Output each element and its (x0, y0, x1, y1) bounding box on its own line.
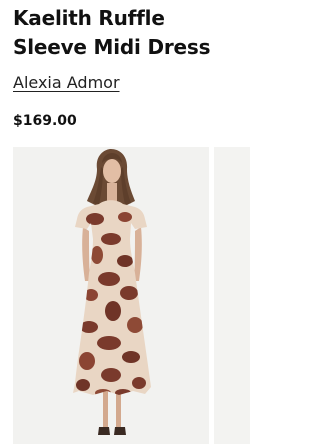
product-image-main[interactable] (13, 147, 209, 444)
dress-photo-icon (13, 147, 209, 444)
brand-link[interactable]: Alexia Admor (13, 72, 120, 94)
product-price: $169.00 (13, 113, 77, 129)
product-page: Kaelith Ruffle Sleeve Midi Dress Alexia … (0, 0, 250, 444)
product-title: Kaelith Ruffle Sleeve Midi Dress (13, 6, 211, 59)
product-image-next[interactable] (214, 147, 250, 444)
image-gallery[interactable] (13, 147, 250, 444)
